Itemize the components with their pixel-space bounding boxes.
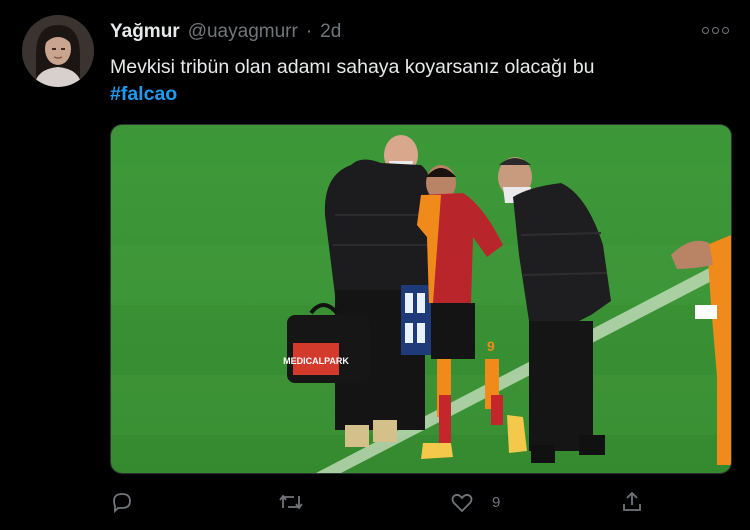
avatar[interactable] [22, 15, 94, 87]
jersey-number: 9 [487, 338, 495, 354]
tweet-media[interactable]: MEDICALPARK 9 [110, 124, 732, 474]
like-count: 9 [492, 493, 501, 511]
display-name[interactable]: Yağmur [110, 21, 180, 43]
user-handle[interactable]: @uayagmurr [188, 21, 298, 43]
share-icon [620, 490, 644, 514]
media-bag: MEDICALPARK [283, 303, 369, 383]
like-button[interactable]: 9 [450, 486, 500, 518]
heart-icon [450, 490, 474, 514]
separator-dot: · [305, 21, 313, 42]
hashtag-link[interactable]: #falcao [110, 81, 177, 108]
reply-icon [110, 490, 134, 514]
bag-label: MEDICALPARK [283, 356, 349, 366]
reply-button[interactable] [110, 486, 134, 518]
tweet-header: Yağmur @uayagmurr · 2d [110, 21, 341, 45]
more-icon[interactable] [702, 22, 730, 38]
timestamp[interactable]: 2d [320, 21, 341, 43]
action-bar: 9 [110, 486, 670, 518]
tweet[interactable]: Yağmur @uayagmurr · 2d Mevkisi tribün ol… [0, 0, 750, 530]
tweet-body: Mevkisi tribün olan adamı sahaya koyarsa… [110, 56, 595, 78]
tweet-text: Mevkisi tribün olan adamı sahaya koyarsa… [110, 54, 720, 108]
retweet-button[interactable] [278, 486, 304, 518]
retweet-icon [278, 490, 304, 514]
share-button[interactable] [620, 486, 644, 518]
